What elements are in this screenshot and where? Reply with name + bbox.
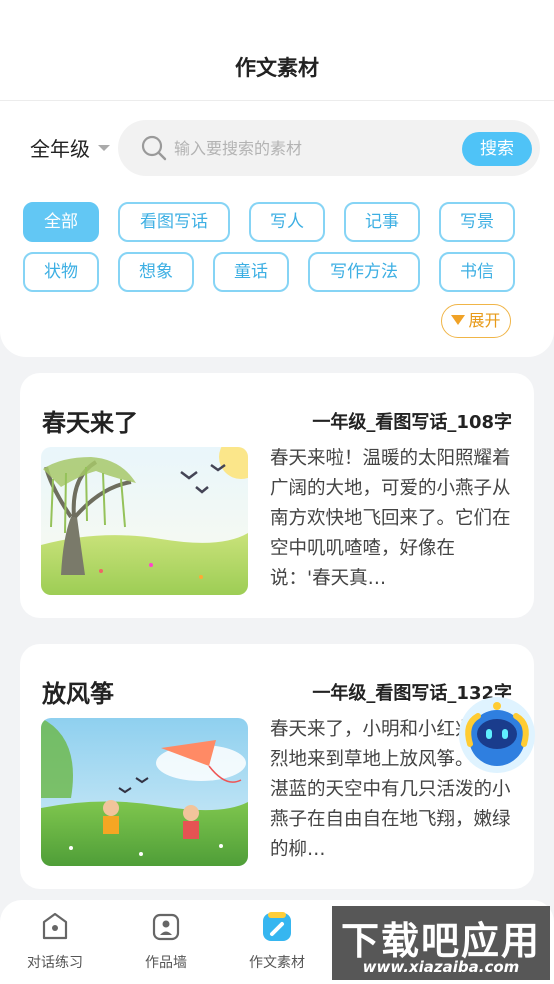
category-chip-all[interactable]: 全部: [23, 202, 99, 242]
ai-assistant-robot-icon[interactable]: [456, 694, 538, 776]
tab-dialogue-practice[interactable]: 对话练习: [10, 910, 100, 974]
filter-panel: 全年级 搜索 全部 看图写话 写人 记事 写景 状物 想象 童话 写作方法 书信…: [0, 101, 554, 357]
article-card[interactable]: 春天来了 一年级_看图写话_108字 春天来啦！温暖的太阳照耀着广阔的大地，可爱…: [20, 373, 534, 618]
tab-label: 对话练习: [27, 955, 83, 971]
category-chip-events[interactable]: 记事: [344, 202, 420, 242]
category-chip-picture-writing[interactable]: 看图写话: [118, 202, 230, 242]
watermark-url: www.xiazaiba.com: [362, 958, 520, 976]
tab-works-wall[interactable]: 作品墙: [121, 910, 211, 974]
watermark-main: 下载吧应用: [340, 919, 541, 963]
search-button[interactable]: 搜索: [462, 132, 532, 166]
expand-button[interactable]: 展开: [441, 304, 511, 338]
article-excerpt: 春天来啦！温暖的太阳照耀着广阔的大地，可爱的小燕子从南方欢快地飞回来了。它们在空…: [270, 448, 511, 589]
article-title: 放风筝: [42, 680, 114, 708]
category-chip-fairy-tale[interactable]: 童话: [213, 252, 289, 292]
article-title: 春天来了: [42, 409, 138, 437]
category-chip-imagination[interactable]: 想象: [118, 252, 194, 292]
expand-label: 展开: [468, 311, 501, 330]
tab-label: 作品墙: [145, 955, 187, 971]
tab-label: 作文素材: [249, 955, 305, 971]
grade-selector[interactable]: 全年级: [30, 133, 110, 162]
watermark: 下载吧应用 www.xiazaiba.com: [332, 906, 550, 980]
portrait-icon: [152, 913, 180, 941]
grade-label: 全年级: [30, 137, 90, 161]
category-chip-objects[interactable]: 状物: [23, 252, 99, 292]
page-title: 作文素材: [235, 56, 319, 80]
category-chip-people[interactable]: 写人: [249, 202, 325, 242]
article-thumbnail: [41, 447, 248, 595]
article-meta: 一年级_看图写话_108字: [312, 412, 512, 433]
category-chip-writing-methods[interactable]: 写作方法: [308, 252, 420, 292]
top-bar: 作文素材: [0, 0, 554, 101]
category-chip-letters[interactable]: 书信: [439, 252, 515, 292]
tab-writing-materials[interactable]: 作文素材: [232, 910, 322, 974]
search-icon: [141, 135, 167, 161]
search-input[interactable]: [174, 132, 454, 164]
search-bar: 搜索: [118, 120, 540, 176]
triangle-down-icon: [451, 315, 466, 325]
article-thumbnail: [41, 718, 248, 866]
caret-down-icon: [98, 144, 110, 151]
pencil-note-icon: [263, 912, 291, 941]
category-chip-scenery[interactable]: 写景: [439, 202, 515, 242]
chat-robot-icon: [42, 912, 68, 940]
